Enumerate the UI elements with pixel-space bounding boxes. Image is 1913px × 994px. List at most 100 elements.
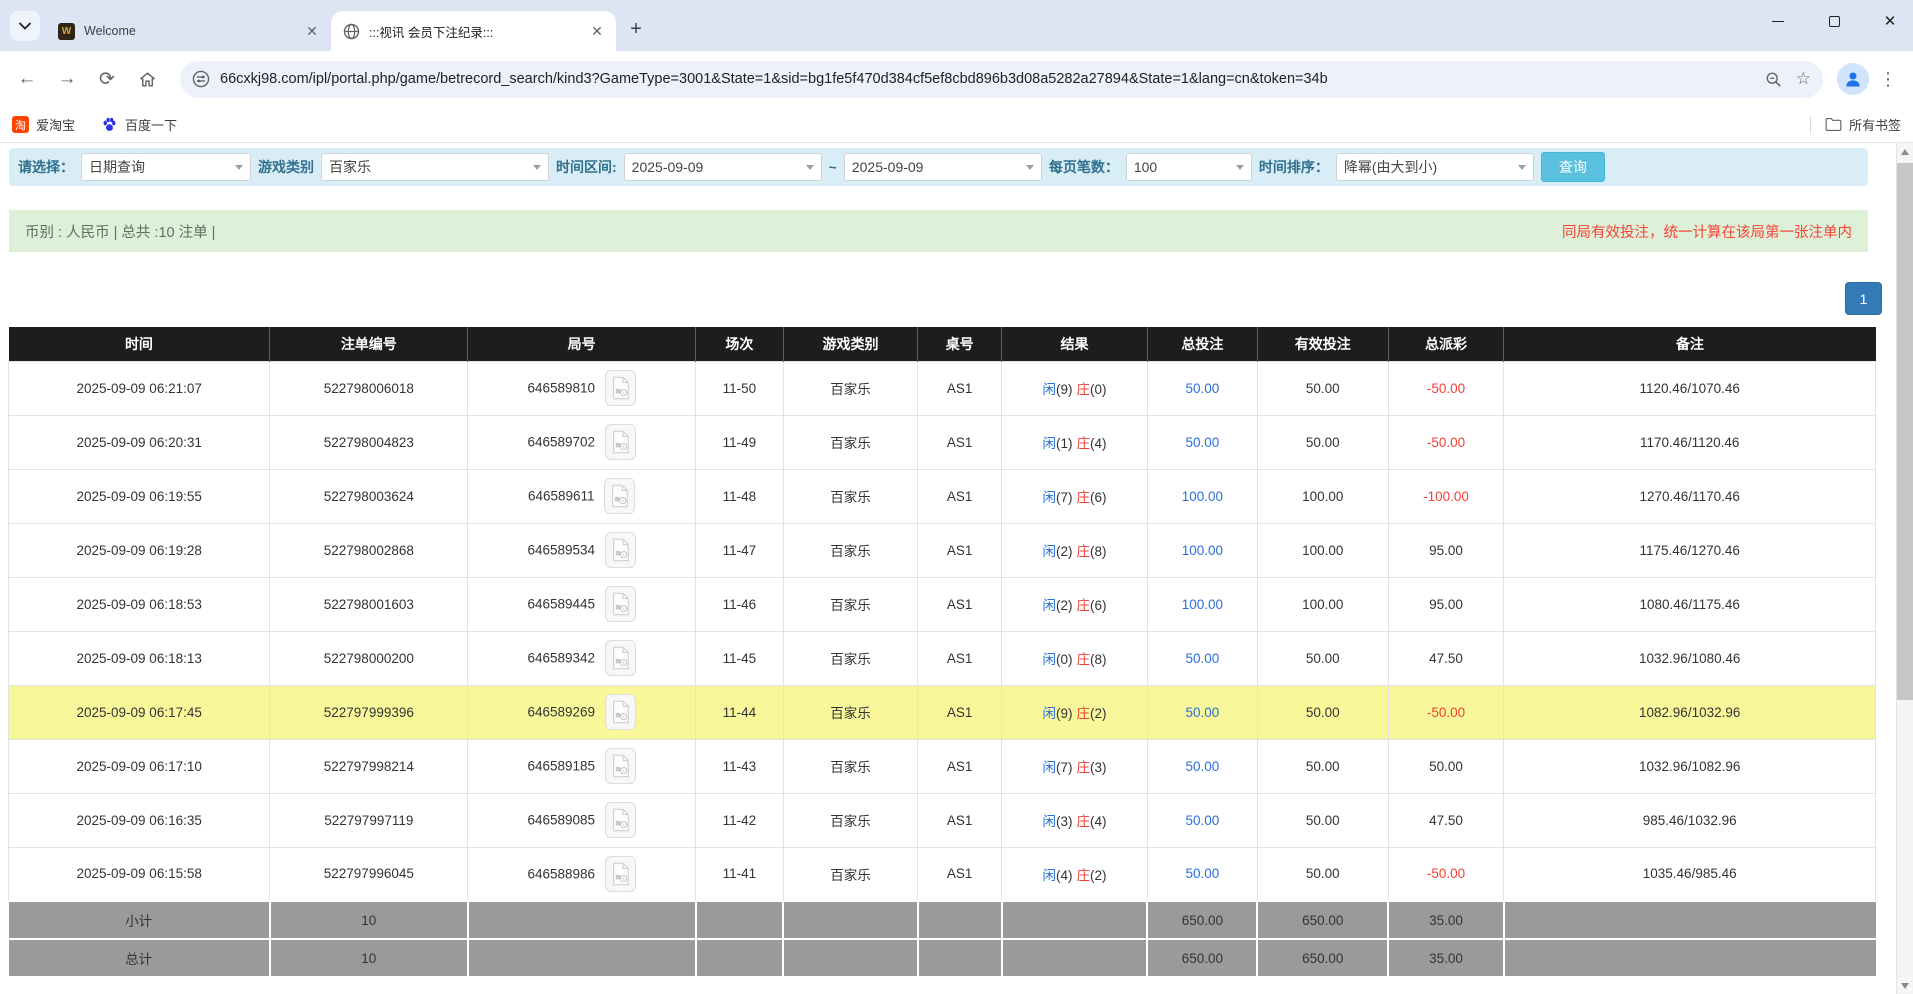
scroll-up-button[interactable] xyxy=(1897,143,1913,160)
remark: 1082.96/1032.96 xyxy=(1504,685,1876,739)
table-number: AS1 xyxy=(918,847,1002,901)
payout: 47.50 xyxy=(1388,793,1504,847)
video-replay-button[interactable] xyxy=(605,856,636,892)
table-number: AS1 xyxy=(918,415,1002,469)
video-replay-button[interactable] xyxy=(605,802,636,838)
zoom-icon[interactable] xyxy=(1765,71,1782,88)
total-valid-bet: 650.00 xyxy=(1257,939,1388,977)
close-window-button[interactable]: ✕ xyxy=(1875,6,1905,36)
video-replay-button[interactable] xyxy=(605,370,636,406)
forward-button[interactable]: → xyxy=(50,62,84,96)
bet-id: 522798006018 xyxy=(270,361,468,415)
new-tab-button[interactable]: + xyxy=(622,15,650,43)
video-file-icon xyxy=(610,808,631,832)
game-category: 百家乐 xyxy=(783,361,917,415)
tab-bet-records[interactable]: :::视讯 会员下注纪录::: ✕ xyxy=(331,11,616,51)
table-row: 2025-09-09 06:19:55 522798003624 6465896… xyxy=(9,469,1876,523)
round-id: 646589269 xyxy=(527,705,595,720)
video-replay-button[interactable] xyxy=(605,532,636,568)
banker-result: 庄(4) xyxy=(1077,814,1107,829)
home-button[interactable] xyxy=(130,62,164,96)
video-replay-button[interactable] xyxy=(604,478,635,514)
video-replay-button[interactable] xyxy=(605,694,636,730)
remark: 985.46/1032.96 xyxy=(1504,793,1876,847)
close-icon[interactable]: ✕ xyxy=(303,22,321,40)
tab-search-button[interactable] xyxy=(10,11,40,41)
valid-bet: 100.00 xyxy=(1257,523,1388,577)
total-bet: 100.00 xyxy=(1147,469,1257,523)
round-cell: 646589611 xyxy=(468,469,696,523)
info-bar: 币别 : 人民币 | 总共 :10 注单 | 同局有效投注，统一计算在该局第一张… xyxy=(9,210,1868,252)
game-category-label: 游戏类别 xyxy=(258,157,314,177)
video-file-icon xyxy=(610,700,631,724)
payout: -50.00 xyxy=(1388,415,1504,469)
tab-strip: W Welcome ✕ :::视讯 会员下注纪录::: ✕ + ✕ xyxy=(0,0,1913,51)
player-result: 闲(1) xyxy=(1043,436,1073,451)
header-round-id: 局号 xyxy=(468,327,696,361)
sort-select[interactable]: 降幂(由大到小) xyxy=(1336,153,1534,181)
maximize-icon xyxy=(1829,16,1840,27)
date-to-value: 2025-09-09 xyxy=(852,159,924,175)
total-bet: 50.00 xyxy=(1147,415,1257,469)
video-replay-button[interactable] xyxy=(605,586,636,622)
total-label: 总计 xyxy=(9,939,270,977)
all-bookmarks-button[interactable]: 所有书签 xyxy=(1825,115,1901,134)
maximize-button[interactable] xyxy=(1819,6,1849,36)
person-icon xyxy=(1843,69,1863,89)
close-icon[interactable]: ✕ xyxy=(588,22,606,40)
date-to-select[interactable]: 2025-09-09 xyxy=(844,153,1042,181)
result-cell: 闲(1)庄(4) xyxy=(1002,415,1148,469)
payout: -50.00 xyxy=(1388,361,1504,415)
player-result: 闲(2) xyxy=(1043,598,1073,613)
session: 11-50 xyxy=(696,361,784,415)
profile-avatar[interactable] xyxy=(1837,63,1869,95)
vertical-scrollbar[interactable] xyxy=(1896,143,1913,994)
bet-time: 2025-09-09 06:18:53 xyxy=(9,577,270,631)
reload-button[interactable]: ⟳ xyxy=(90,62,124,96)
game-category-select[interactable]: 百家乐 xyxy=(321,153,549,181)
bookmark-baidu[interactable]: 百度一下 xyxy=(101,115,177,134)
player-result: 闲(3) xyxy=(1043,814,1073,829)
video-replay-button[interactable] xyxy=(605,748,636,784)
filter-bar: 请选择： 日期查询 游戏类别 百家乐 时间区间: 2025-09-09 ~ 20… xyxy=(9,148,1868,186)
round-cell: 646589445 xyxy=(468,577,696,631)
minimize-button[interactable] xyxy=(1763,6,1793,36)
query-type-select[interactable]: 日期查询 xyxy=(81,153,251,181)
player-result: 闲(7) xyxy=(1043,760,1073,775)
round-cell: 646589702 xyxy=(468,415,696,469)
page-size-select[interactable]: 100 xyxy=(1126,153,1252,181)
minimize-icon xyxy=(1772,21,1784,22)
scrollbar-thumb[interactable] xyxy=(1897,163,1913,700)
menu-kebab-icon[interactable]: ⋮ xyxy=(1873,69,1903,90)
sort-label: 时间排序： xyxy=(1259,157,1329,177)
video-replay-button[interactable] xyxy=(605,424,636,460)
bookmark-star-icon[interactable]: ☆ xyxy=(1796,69,1811,89)
round-cell: 646589269 xyxy=(468,685,696,739)
total-bet: 50.00 xyxy=(1147,793,1257,847)
tab-title: :::视讯 会员下注纪录::: xyxy=(369,22,588,41)
valid-bet: 50.00 xyxy=(1257,415,1388,469)
window-controls: ✕ xyxy=(1763,6,1905,36)
site-settings-icon[interactable] xyxy=(192,70,210,88)
page-1-button[interactable]: 1 xyxy=(1845,282,1882,315)
empty-cell xyxy=(468,939,696,977)
round-id: 646588986 xyxy=(527,866,595,881)
chevron-down-icon xyxy=(806,165,814,170)
table-row: 2025-09-09 06:20:31 522798004823 6465897… xyxy=(9,415,1876,469)
date-from-select[interactable]: 2025-09-09 xyxy=(624,153,822,181)
game-category: 百家乐 xyxy=(783,793,917,847)
tab-title: Welcome xyxy=(84,24,303,38)
subtotal-count: 10 xyxy=(270,901,468,939)
search-button[interactable]: 查询 xyxy=(1541,152,1605,182)
header-total-bet: 总投注 xyxy=(1147,327,1257,361)
table-number: AS1 xyxy=(918,469,1002,523)
tab-welcome[interactable]: W Welcome ✕ xyxy=(46,11,331,51)
all-bookmarks-label: 所有书签 xyxy=(1849,115,1901,134)
bookmark-taobao[interactable]: 淘 爱淘宝 xyxy=(12,115,75,134)
address-bar[interactable]: ☆ xyxy=(180,61,1823,98)
total-bet: 50.00 xyxy=(1147,685,1257,739)
url-input[interactable] xyxy=(220,71,1751,87)
video-replay-button[interactable] xyxy=(605,640,636,676)
bet-id: 522798000200 xyxy=(270,631,468,685)
back-button[interactable]: ← xyxy=(10,62,44,96)
